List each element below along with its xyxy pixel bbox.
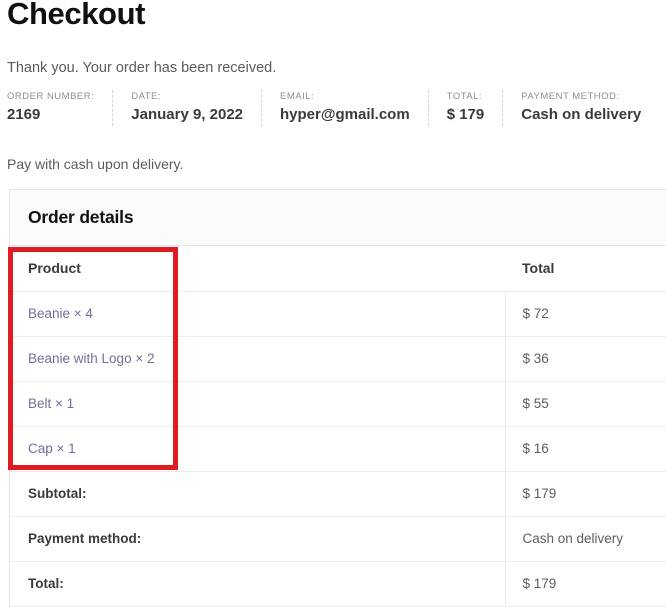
order-summary-order-number: ORDER NUMBER: 2169 — [7, 90, 112, 126]
table-row: Belt × 1 $ 55 — [10, 381, 666, 427]
order-number-value: 2169 — [7, 106, 41, 123]
column-header-product: Product — [10, 246, 505, 292]
order-summary-email: EMAIL: hyper@gmail.com — [261, 90, 428, 126]
payment-method-label: PAYMENT METHOD: — [521, 91, 620, 102]
order-summary-strip: ORDER NUMBER: 2169 DATE: January 9, 2022… — [7, 90, 666, 126]
page-title: Checkout — [7, 0, 146, 31]
product-cell: Beanie × 4 — [10, 291, 505, 337]
order-table-body: Beanie × 4 $ 72 Beanie with Logo × 2 $ 3… — [10, 291, 666, 472]
payment-method-row-label: Payment method: — [10, 516, 505, 562]
subtotal-label: Subtotal: — [10, 471, 505, 517]
product-total-cell: $ 36 — [504, 336, 666, 382]
table-row: Beanie × 4 $ 72 — [10, 291, 666, 337]
product-total-cell: $ 55 — [504, 381, 666, 427]
order-number-label: ORDER NUMBER: — [7, 91, 95, 102]
table-row-payment-method: Payment method: Cash on delivery — [10, 516, 666, 562]
date-value: January 9, 2022 — [131, 106, 244, 123]
product-link[interactable]: Beanie with Logo × 2 — [28, 351, 154, 366]
order-received-message: Thank you. Your order has been received. — [7, 60, 277, 76]
product-link[interactable]: Beanie × 4 — [28, 306, 93, 321]
product-cell: Cap × 1 — [10, 426, 505, 472]
order-details-table: Product Total Beanie × 4 $ 72 Beanie wit… — [10, 246, 666, 607]
product-cell: Beanie with Logo × 2 — [10, 336, 505, 382]
table-header-row: Product Total — [10, 246, 666, 292]
order-table-foot: Subtotal: $ 179 Payment method: Cash on … — [10, 471, 666, 607]
order-details-panel: Order details Product Total Beanie × 4 $… — [9, 189, 666, 607]
order-summary-payment-method: PAYMENT METHOD: Cash on delivery — [502, 90, 659, 126]
order-details-header: Order details — [10, 190, 666, 246]
email-value: hyper@gmail.com — [280, 106, 410, 123]
order-total-label: Total: — [10, 561, 505, 607]
date-label: DATE: — [131, 91, 162, 102]
total-label: TOTAL: — [446, 91, 483, 102]
table-row-subtotal: Subtotal: $ 179 — [10, 471, 666, 517]
subtotal-value: $ 179 — [504, 471, 666, 517]
payment-method-value: Cash on delivery — [521, 106, 642, 123]
payment-method-row-value: Cash on delivery — [504, 516, 666, 562]
order-summary-total: TOTAL: $ 179 — [427, 90, 503, 126]
product-cell: Belt × 1 — [10, 381, 505, 427]
table-row: Cap × 1 $ 16 — [10, 426, 666, 472]
table-row: Beanie with Logo × 2 $ 36 — [10, 336, 666, 382]
table-row-total: Total: $ 179 — [10, 561, 666, 607]
email-label: EMAIL: — [280, 91, 315, 102]
product-total-cell: $ 72 — [504, 291, 666, 337]
order-table-head: Product Total — [10, 246, 666, 292]
order-details-heading: Order details — [28, 207, 134, 227]
order-total-value: $ 179 — [504, 561, 666, 607]
order-summary-date: DATE: January 9, 2022 — [112, 90, 261, 126]
product-link[interactable]: Cap × 1 — [28, 441, 76, 456]
product-total-cell: $ 16 — [504, 426, 666, 472]
column-header-total: Total — [505, 246, 666, 292]
product-link[interactable]: Belt × 1 — [28, 396, 74, 411]
total-value: $ 179 — [446, 106, 485, 123]
payment-instruction-text: Pay with cash upon delivery. — [7, 156, 184, 172]
